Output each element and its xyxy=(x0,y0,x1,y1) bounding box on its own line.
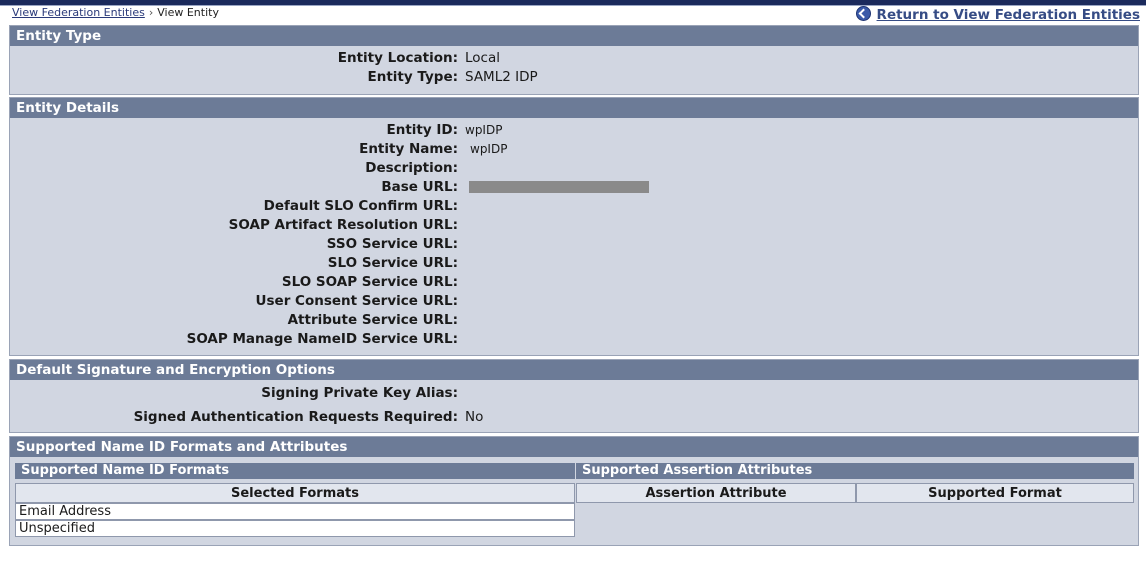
field-label: Attribute Service URL: xyxy=(287,312,458,328)
section-name-id-formats: Supported Name ID Formats and Attributes… xyxy=(9,436,1139,546)
field-label: SOAP Manage NameID Service URL: xyxy=(186,331,458,347)
field-row: SOAP Manage NameID Service URL: xyxy=(10,330,1138,349)
field-label: Signing Private Key Alias: xyxy=(261,385,458,401)
section-title: Supported Name ID Formats and Attributes xyxy=(10,437,1138,457)
field-label: SOAP Artifact Resolution URL: xyxy=(228,217,458,233)
field-value: wpIDP xyxy=(470,142,508,156)
formats-column-header: Selected Formats xyxy=(15,483,575,503)
format-row[interactable]: Email Address xyxy=(15,503,575,520)
field-label: Description: xyxy=(365,160,458,176)
breadcrumb-link-view-federation-entities[interactable]: View Federation Entities xyxy=(12,6,145,19)
section-entity-type: Entity Type Entity Location: Local Entit… xyxy=(9,25,1139,95)
field-row: SLO Service URL: xyxy=(10,254,1138,273)
field-row-description: Description: xyxy=(10,159,1138,178)
section-signature-encryption: Default Signature and Encryption Options… xyxy=(9,359,1139,433)
field-value: SAML2 IDP xyxy=(465,69,538,85)
field-row-entity-id: Entity ID: wpIDP xyxy=(10,121,1138,140)
field-row: Signed Authentication Requests Required:… xyxy=(10,408,1138,427)
field-label: Entity Name: xyxy=(359,141,458,157)
breadcrumb-separator: › xyxy=(148,6,154,19)
field-label: User Consent Service URL: xyxy=(255,293,458,309)
section-title: Entity Details xyxy=(10,98,1138,118)
field-row-base-url: Base URL: xyxy=(10,178,1138,197)
attributes-subheader: Supported Assertion Attributes xyxy=(576,463,1134,479)
return-link[interactable]: Return to View Federation Entities xyxy=(855,6,1140,23)
field-value: No xyxy=(465,409,484,425)
breadcrumb-current: View Entity xyxy=(157,6,219,19)
field-row: Attribute Service URL: xyxy=(10,311,1138,330)
attr-format-column-header: Supported Format xyxy=(856,483,1134,503)
field-label: SLO SOAP Service URL: xyxy=(281,274,458,290)
section-title: Entity Type xyxy=(10,26,1138,46)
field-label: Base URL: xyxy=(381,179,458,195)
field-row: Default SLO Confirm URL: xyxy=(10,197,1138,216)
field-row: Signing Private Key Alias: xyxy=(10,384,1138,403)
field-row: SSO Service URL: xyxy=(10,235,1138,254)
back-arrow-icon[interactable] xyxy=(855,6,871,21)
field-label: Entity ID: xyxy=(386,122,459,138)
redacted-value xyxy=(469,181,649,193)
section-title: Default Signature and Encryption Options xyxy=(10,360,1138,380)
field-row-entity-name: Entity Name: wpIDP xyxy=(10,140,1138,159)
field-label: Signed Authentication Requests Required: xyxy=(133,409,458,425)
breadcrumb: View Federation Entities › View Entity xyxy=(12,6,219,19)
return-link-text[interactable]: Return to View Federation Entities xyxy=(877,7,1140,23)
field-value: Local xyxy=(465,50,500,66)
field-row: Entity Type: SAML2 IDP xyxy=(10,68,1138,87)
field-row: Entity Location: Local xyxy=(10,49,1138,68)
section-entity-details: Entity Details Entity ID: wpIDP Entity N… xyxy=(9,97,1139,356)
field-row: SOAP Artifact Resolution URL: xyxy=(10,216,1138,235)
field-value: wpIDP xyxy=(465,123,503,137)
field-label: Default SLO Confirm URL: xyxy=(263,198,458,214)
field-label: Entity Type: xyxy=(367,69,459,85)
formats-subheader: Supported Name ID Formats xyxy=(15,463,575,479)
format-row[interactable]: Unspecified xyxy=(15,520,575,537)
attr-column-header: Assertion Attribute xyxy=(576,483,856,503)
field-label: SLO Service URL: xyxy=(327,255,458,271)
field-row: SLO SOAP Service URL: xyxy=(10,273,1138,292)
field-label: Entity Location: xyxy=(337,50,458,66)
field-label: SSO Service URL: xyxy=(326,236,458,252)
field-row: User Consent Service URL: xyxy=(10,292,1138,311)
